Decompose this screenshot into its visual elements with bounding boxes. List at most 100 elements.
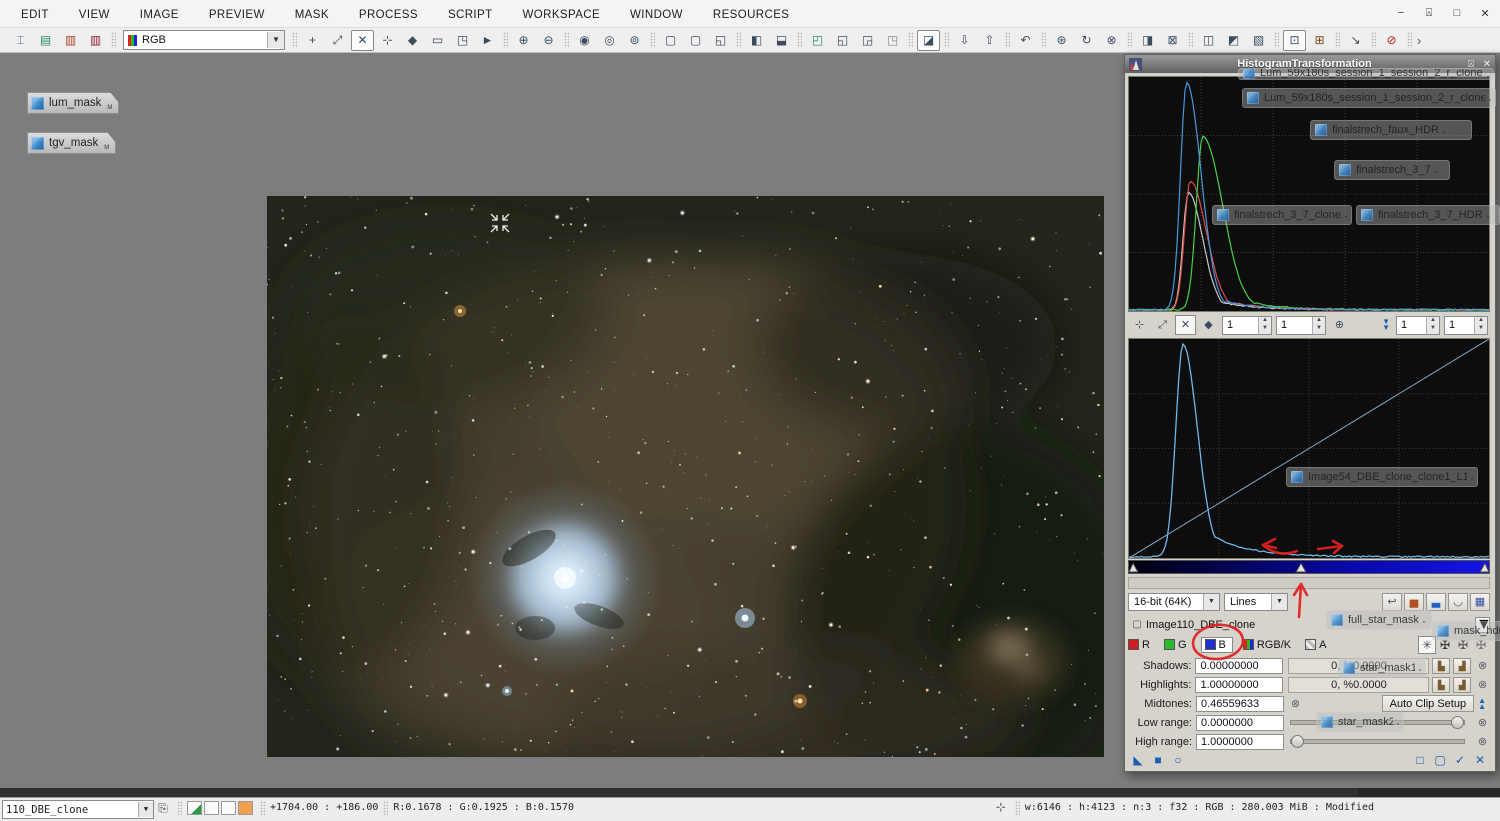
- browse-documentation-icon[interactable]: □: [1410, 753, 1430, 767]
- raw-histogram-icon[interactable]: ▅: [1404, 593, 1424, 611]
- minimize-window-icon[interactable]: −: [1394, 7, 1408, 20]
- zoom-1-1-icon[interactable]: ◉: [573, 30, 596, 51]
- documentation-icon[interactable]: ▢: [1430, 753, 1450, 767]
- image-close-icon[interactable]: ⊗: [1100, 30, 1123, 51]
- undo-icon[interactable]: ↶: [1014, 30, 1037, 51]
- auto-clip-setup-button[interactable]: Auto Clip Setup: [1382, 695, 1474, 712]
- double-down-arrow-icon[interactable]: ▼▼: [1382, 319, 1390, 331]
- low-range-reset-icon[interactable]: ⊗: [1475, 716, 1490, 729]
- fit-window-icon[interactable]: ⬓: [770, 30, 793, 51]
- image-gray-icon[interactable]: ◳: [881, 30, 904, 51]
- expand-mode-icon[interactable]: ⤢: [326, 30, 349, 51]
- zoom-out-icon[interactable]: ⊖: [537, 30, 560, 51]
- low-range-input[interactable]: [1196, 715, 1284, 731]
- apply-icon[interactable]: ■: [1148, 753, 1168, 767]
- highlights-input[interactable]: [1195, 677, 1283, 693]
- highlights-clip-icon[interactable]: ▙: [1432, 677, 1450, 693]
- extract-preview-icon[interactable]: ◱: [709, 30, 732, 51]
- image-edit-icon[interactable]: ◱: [831, 30, 854, 51]
- apply-global-icon[interactable]: ✓: [1450, 753, 1470, 767]
- image-refresh-icon[interactable]: ↻: [1075, 30, 1098, 51]
- shadows-reset-icon[interactable]: ⊗: [1475, 659, 1490, 672]
- bit-depth-dropdown[interactable]: 16-bit (64K)▼: [1128, 593, 1220, 611]
- hist-hzoom-spinner[interactable]: 1▲▼: [1222, 316, 1272, 335]
- new-preview-icon[interactable]: ▢: [659, 30, 682, 51]
- edit-preview-mode-icon[interactable]: ◳: [451, 30, 474, 51]
- pan-mode-icon[interactable]: +: [301, 30, 324, 51]
- iconized-window-tgv-mask[interactable]: tgv_mask M: [27, 132, 116, 154]
- toolbar-overflow-chevron[interactable]: ›: [1417, 33, 1421, 48]
- midtones-reset-icon[interactable]: ⊗: [1288, 697, 1303, 710]
- iris-nebula-image[interactable]: [267, 196, 1104, 757]
- menu-workspace[interactable]: WORKSPACE: [508, 6, 616, 24]
- menu-preview[interactable]: PREVIEW: [194, 6, 280, 24]
- image-new-icon[interactable]: ◰: [806, 30, 829, 51]
- view-checkbox-icon[interactable]: ▢: [1128, 619, 1146, 630]
- target-histogram-plot[interactable]: [1128, 338, 1490, 559]
- shade-window-icon[interactable]: ⍓: [1422, 7, 1436, 20]
- plot-style-dropdown[interactable]: Lines▼: [1224, 593, 1288, 611]
- grid-icon[interactable]: ▦: [1470, 593, 1490, 611]
- status-view-selector[interactable]: 110_DBE_clone▼: [2, 800, 154, 819]
- select-mode-icon[interactable]: ►: [476, 30, 499, 51]
- high-range-input[interactable]: [1196, 734, 1284, 750]
- mask-remove-icon[interactable]: ⊠: [1161, 30, 1184, 51]
- channel-blue-button[interactable]: B: [1201, 637, 1233, 653]
- zoom-selection-icon[interactable]: ⊚: [623, 30, 646, 51]
- highlights-clip-alt-icon[interactable]: ▟: [1453, 677, 1471, 693]
- navigate-mode-icon[interactable]: ◆: [401, 30, 424, 51]
- mask-show-icon[interactable]: ◨: [1136, 30, 1159, 51]
- image-clone-icon[interactable]: ◲: [856, 30, 879, 51]
- readout-mode-swatch[interactable]: [221, 801, 236, 815]
- mask-edit-icon[interactable]: ◩: [1222, 30, 1245, 51]
- highlights-reset-icon[interactable]: ⊗: [1475, 678, 1490, 691]
- new-instance-icon[interactable]: ◣: [1128, 753, 1148, 767]
- double-up-arrow-icon[interactable]: ▲▲: [1478, 698, 1486, 710]
- channel-rgbk-button[interactable]: RGB/K: [1243, 639, 1291, 651]
- readout-mode-swatch[interactable]: [238, 801, 253, 815]
- menu-mask[interactable]: MASK: [280, 6, 344, 24]
- format-explorer-icon[interactable]: ⌶: [9, 30, 32, 51]
- contract-mode-icon[interactable]: ✕: [351, 30, 374, 51]
- hist-zoom-icon[interactable]: ⊕: [1329, 315, 1350, 335]
- shadows-clip-icon[interactable]: ▙: [1432, 658, 1450, 674]
- screen-disable-icon[interactable]: ⊘: [1380, 30, 1403, 51]
- shadows-clip-alt-icon[interactable]: ▟: [1453, 658, 1471, 674]
- screen-transfer-icon[interactable]: ↘: [1344, 30, 1367, 51]
- clone-preview-icon[interactable]: ▢: [684, 30, 707, 51]
- screen-stf-auto-icon[interactable]: ⊞: [1308, 30, 1331, 51]
- image-inspect-icon[interactable]: ◪: [917, 30, 940, 51]
- midtones-input[interactable]: [1196, 696, 1284, 712]
- iconized-window-lum-mask[interactable]: lum_mask M: [27, 92, 119, 114]
- menu-view[interactable]: VIEW: [64, 6, 125, 24]
- histogram-scrollbar[interactable]: [1128, 577, 1490, 589]
- shadows-midtones-highlights-slider[interactable]: [1128, 560, 1490, 574]
- reset-icon[interactable]: ✕: [1470, 753, 1490, 767]
- high-range-slider[interactable]: [1290, 739, 1465, 744]
- output-histogram-icon[interactable]: ▃: [1426, 593, 1446, 611]
- image-settings-icon[interactable]: ⊛: [1050, 30, 1073, 51]
- process-explorer-icon[interactable]: ▤: [34, 30, 57, 51]
- channel-red-button[interactable]: R: [1128, 639, 1150, 651]
- menu-resources[interactable]: RESOURCES: [698, 6, 804, 24]
- menu-window[interactable]: WINDOW: [615, 6, 698, 24]
- menu-edit[interactable]: EDIT: [6, 6, 64, 24]
- menu-process[interactable]: PROCESS: [344, 6, 433, 24]
- channel-green-button[interactable]: G: [1164, 639, 1187, 651]
- menu-image[interactable]: IMAGE: [125, 6, 194, 24]
- reject-graph-icon[interactable]: ↩: [1382, 593, 1402, 611]
- channel-alpha-button[interactable]: A: [1305, 639, 1326, 651]
- source-histogram-plot[interactable]: [1128, 76, 1490, 312]
- realtime-preview-icon[interactable]: ○: [1168, 753, 1188, 767]
- readout-mode-swatch[interactable]: [204, 801, 219, 815]
- scroll-mode-icon[interactable]: ⊹: [376, 30, 399, 51]
- mask-enable-icon[interactable]: ◫: [1197, 30, 1220, 51]
- target-hzoom-spinner[interactable]: 1▲▼: [1396, 316, 1440, 335]
- high-range-reset-icon[interactable]: ⊗: [1475, 735, 1490, 748]
- menu-script[interactable]: SCRIPT: [433, 6, 508, 24]
- target-vzoom-spinner[interactable]: 1▲▼: [1444, 316, 1488, 335]
- zoom-fit-icon[interactable]: ◎: [598, 30, 621, 51]
- shadows-input[interactable]: [1195, 658, 1283, 674]
- tile-windows-icon[interactable]: ◧: [745, 30, 768, 51]
- rgb-palette-icon[interactable]: ▥: [59, 30, 82, 51]
